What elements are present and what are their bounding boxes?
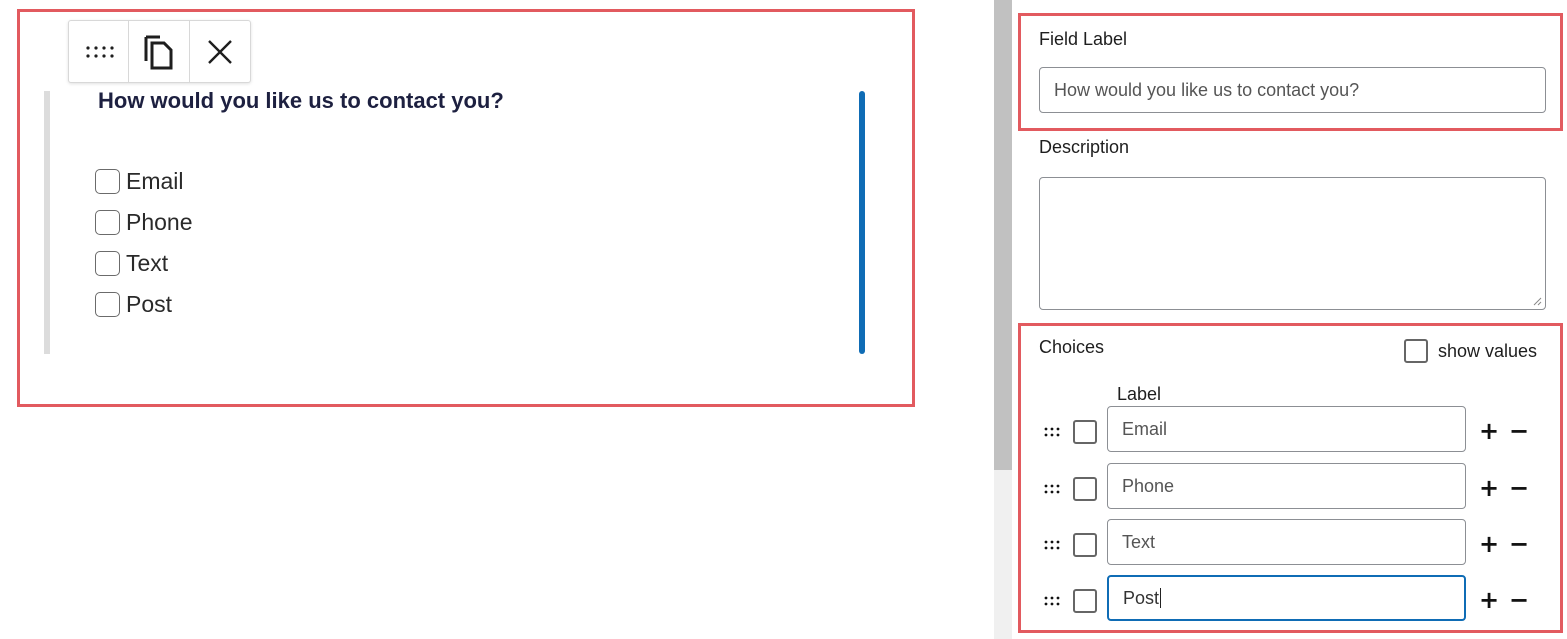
scrollbar-thumb[interactable] bbox=[994, 0, 1012, 470]
drag-handle-icon[interactable] bbox=[1044, 540, 1060, 550]
option-checkbox[interactable] bbox=[95, 291, 120, 317]
choices-heading: Choices bbox=[1039, 337, 1105, 357]
option-text[interactable]: Text bbox=[95, 250, 168, 276]
choices-column-label: Label bbox=[1117, 384, 1162, 404]
option-email[interactable]: Email bbox=[95, 168, 184, 194]
duplicate-icon bbox=[144, 35, 173, 69]
option-label: Text bbox=[126, 249, 169, 276]
add-choice-button[interactable]: + bbox=[1479, 419, 1499, 443]
block-selected-indicator bbox=[859, 91, 865, 354]
duplicate-button[interactable] bbox=[129, 21, 190, 82]
remove-choice-button[interactable]: − bbox=[1509, 532, 1529, 556]
option-label: Post bbox=[126, 290, 173, 317]
text-caret bbox=[1160, 588, 1162, 608]
choice-default-checkbox[interactable] bbox=[1073, 420, 1097, 444]
question-title: How would you like us to contact you? bbox=[98, 88, 504, 113]
drag-handle-icon[interactable] bbox=[1044, 427, 1060, 437]
remove-choice-button[interactable]: − bbox=[1509, 588, 1529, 612]
choice-input[interactable]: Phone bbox=[1107, 463, 1466, 509]
option-checkbox[interactable] bbox=[95, 168, 120, 194]
choice-default-checkbox[interactable] bbox=[1073, 589, 1097, 613]
description-heading: Description bbox=[1039, 137, 1130, 157]
choice-default-checkbox[interactable] bbox=[1073, 477, 1097, 501]
resize-handle-icon[interactable] bbox=[1533, 297, 1542, 306]
drag-handle-icon bbox=[86, 45, 114, 58]
option-checkbox[interactable] bbox=[95, 250, 120, 276]
choice-input-value: Post bbox=[1123, 587, 1160, 608]
drag-handle-button[interactable] bbox=[69, 21, 130, 82]
block-left-border bbox=[44, 91, 50, 354]
option-checkbox[interactable] bbox=[95, 209, 120, 235]
choice-default-checkbox[interactable] bbox=[1073, 533, 1097, 557]
field-label-heading: Field Label bbox=[1039, 29, 1128, 49]
block-toolbar bbox=[68, 20, 251, 83]
add-choice-button[interactable]: + bbox=[1479, 532, 1499, 556]
remove-block-button[interactable] bbox=[190, 21, 250, 82]
show-values-label: show values bbox=[1438, 341, 1538, 361]
close-icon bbox=[207, 39, 232, 64]
option-label: Phone bbox=[126, 208, 193, 235]
choice-input[interactable]: Email bbox=[1107, 406, 1466, 452]
drag-handle-icon[interactable] bbox=[1044, 596, 1060, 606]
add-choice-button[interactable]: + bbox=[1479, 476, 1499, 500]
option-label: Email bbox=[126, 167, 184, 194]
option-post[interactable]: Post bbox=[95, 291, 172, 317]
remove-choice-button[interactable]: − bbox=[1509, 419, 1529, 443]
description-textarea[interactable] bbox=[1039, 177, 1546, 310]
add-choice-button[interactable]: + bbox=[1479, 588, 1499, 612]
remove-choice-button[interactable]: − bbox=[1509, 476, 1529, 500]
choice-input[interactable]: Text bbox=[1107, 519, 1466, 565]
drag-handle-icon[interactable] bbox=[1044, 484, 1060, 494]
show-values-checkbox[interactable] bbox=[1404, 339, 1428, 363]
choice-input-focused[interactable]: Post bbox=[1107, 575, 1466, 621]
option-phone[interactable]: Phone bbox=[95, 209, 193, 235]
field-label-input[interactable]: How would you like us to contact you? bbox=[1039, 67, 1546, 113]
